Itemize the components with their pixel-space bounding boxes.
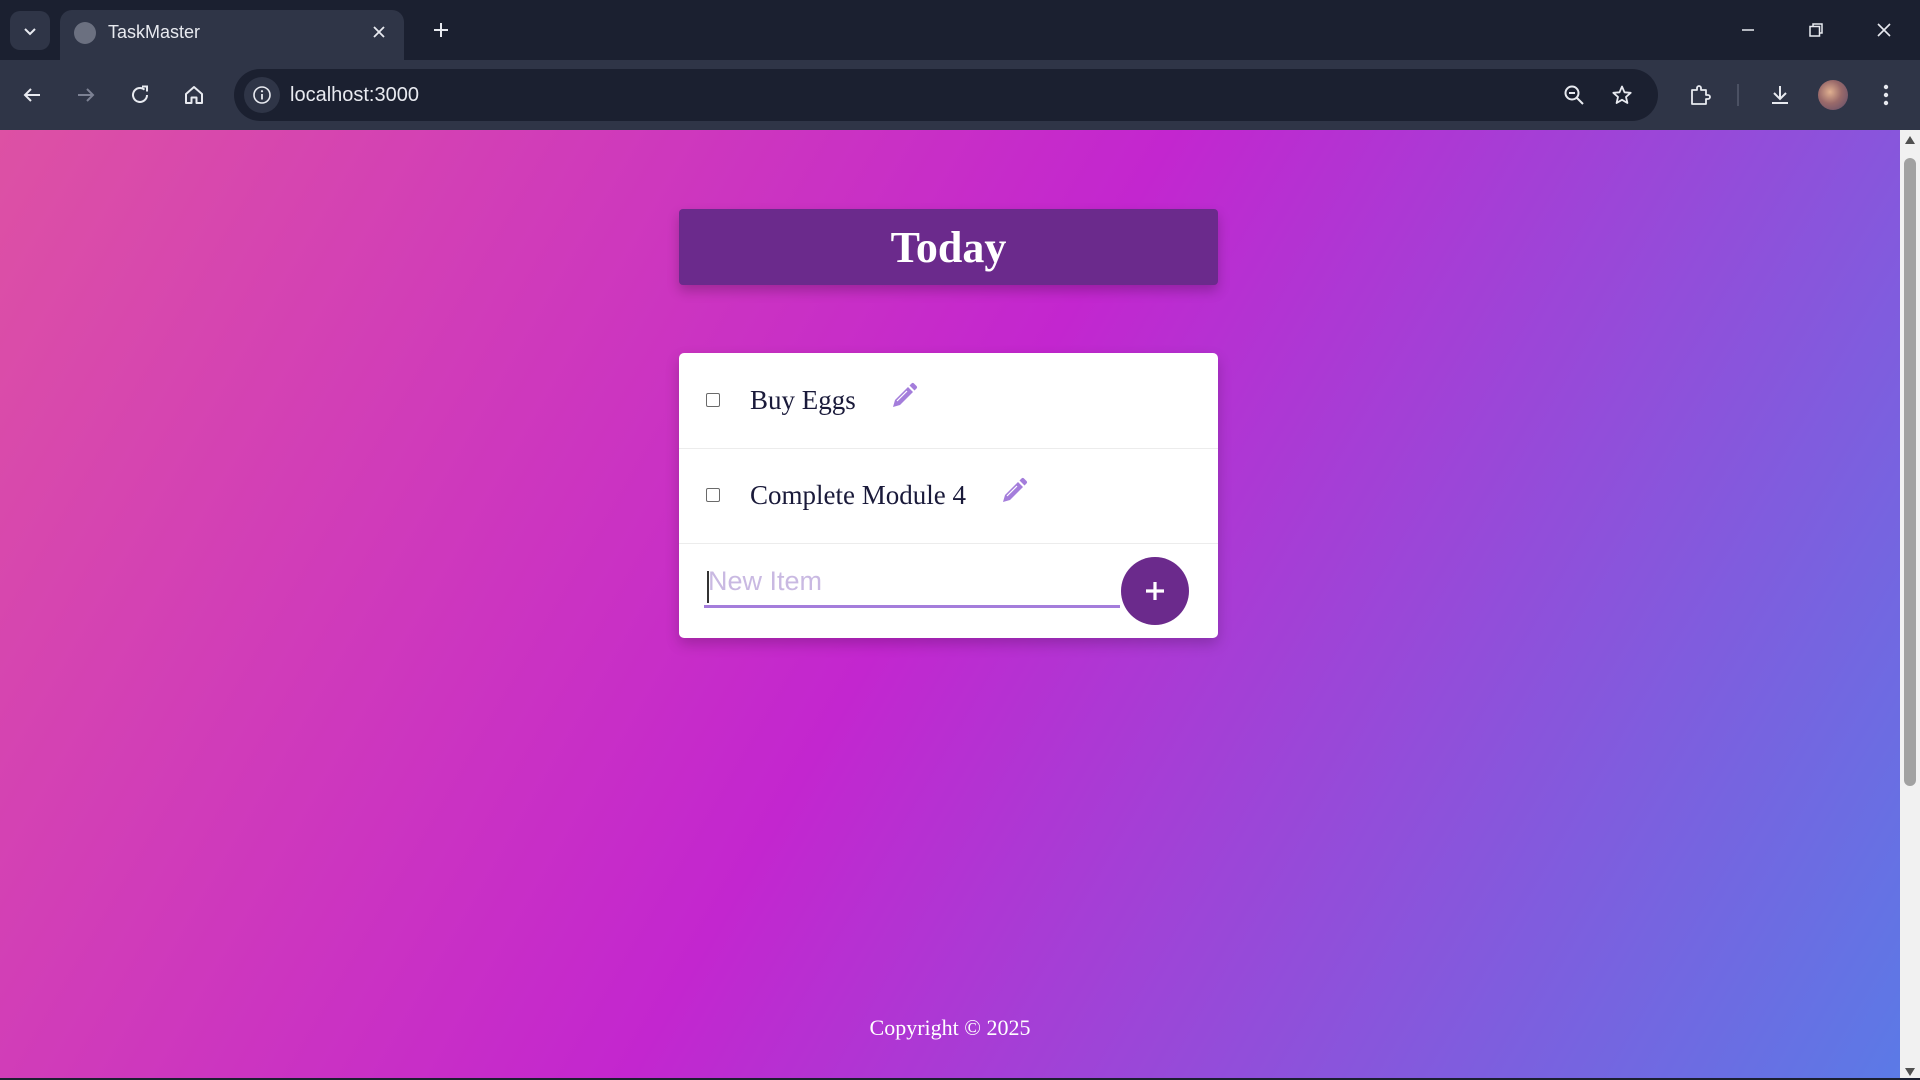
zoom-out-icon: [1564, 85, 1584, 105]
scrollbar[interactable]: [1900, 130, 1920, 1080]
item-label: Complete Module 4: [750, 480, 966, 510]
new-tab-button[interactable]: [423, 12, 459, 48]
home-icon: [185, 86, 203, 104]
item-checkbox[interactable]: [706, 488, 720, 502]
address-bar[interactable]: localhost:3000: [234, 69, 1658, 121]
url-text: localhost:3000: [290, 84, 419, 106]
chevron-down-icon: [24, 27, 36, 35]
downloads-button[interactable]: [1760, 75, 1800, 115]
extensions-icon: [1691, 85, 1711, 105]
bookmark-button[interactable]: [1604, 77, 1640, 113]
globe-icon: [74, 22, 96, 44]
tab-title: TaskMaster: [108, 22, 201, 42]
menu-button[interactable]: [1866, 75, 1906, 115]
minimize-icon: [1742, 29, 1754, 31]
toolbar-separator: [1737, 84, 1739, 106]
item-label: Buy Eggs: [750, 385, 856, 415]
list-item: Complete Module 4: [679, 448, 1218, 544]
tab-close-button[interactable]: [366, 19, 392, 45]
pencil-icon[interactable]: [999, 476, 1029, 506]
scroll-thumb[interactable]: [1904, 158, 1916, 786]
info-icon: [253, 86, 271, 104]
page-title: Today: [890, 222, 1007, 272]
reload-button[interactable]: [120, 75, 160, 115]
restore-icon: [1809, 23, 1823, 37]
forward-arrow-icon: [78, 88, 95, 102]
plus-icon: [434, 23, 448, 37]
home-button[interactable]: [174, 75, 214, 115]
list-item: Buy Eggs: [679, 353, 1218, 449]
todo-card: Buy Eggs Complete Module 4: [679, 353, 1218, 638]
browser-toolbar: localhost:3000: [0, 60, 1920, 130]
page-viewport: Today Buy Eggs Complete Module 4 New Ite…: [0, 130, 1900, 1078]
footer-copyright: Copyright © 2025: [869, 1015, 1031, 1040]
heading-box: Today: [679, 209, 1218, 285]
tab-strip: TaskMaster: [0, 0, 1920, 60]
active-tab[interactable]: TaskMaster: [60, 10, 404, 60]
more-vert-icon: [1883, 84, 1889, 106]
add-item-button[interactable]: [1121, 557, 1189, 625]
tab-search-button[interactable]: [10, 11, 50, 50]
scroll-down-arrow-icon[interactable]: [1905, 1068, 1915, 1076]
reload-icon: [132, 85, 148, 103]
forward-button[interactable]: [66, 75, 106, 115]
back-button[interactable]: [12, 75, 52, 115]
extensions-button[interactable]: [1680, 75, 1720, 115]
text-caret: [707, 571, 709, 603]
star-icon: [1612, 85, 1632, 104]
close-icon: [373, 26, 385, 38]
download-icon: [1772, 86, 1788, 104]
window-close-icon: [1877, 23, 1891, 37]
zoom-button[interactable]: [1556, 77, 1592, 113]
minimize-button[interactable]: [1726, 10, 1770, 50]
item-checkbox[interactable]: [706, 393, 720, 407]
restore-button[interactable]: [1794, 10, 1838, 50]
scroll-up-arrow-icon[interactable]: [1905, 136, 1915, 144]
new-item-input[interactable]: [704, 558, 1120, 608]
window-close-button[interactable]: [1862, 10, 1906, 50]
site-info-button[interactable]: [244, 77, 280, 113]
avatar[interactable]: [1818, 80, 1848, 110]
plus-icon: [1146, 582, 1164, 600]
back-arrow-icon: [23, 88, 40, 102]
pencil-icon[interactable]: [889, 381, 919, 411]
